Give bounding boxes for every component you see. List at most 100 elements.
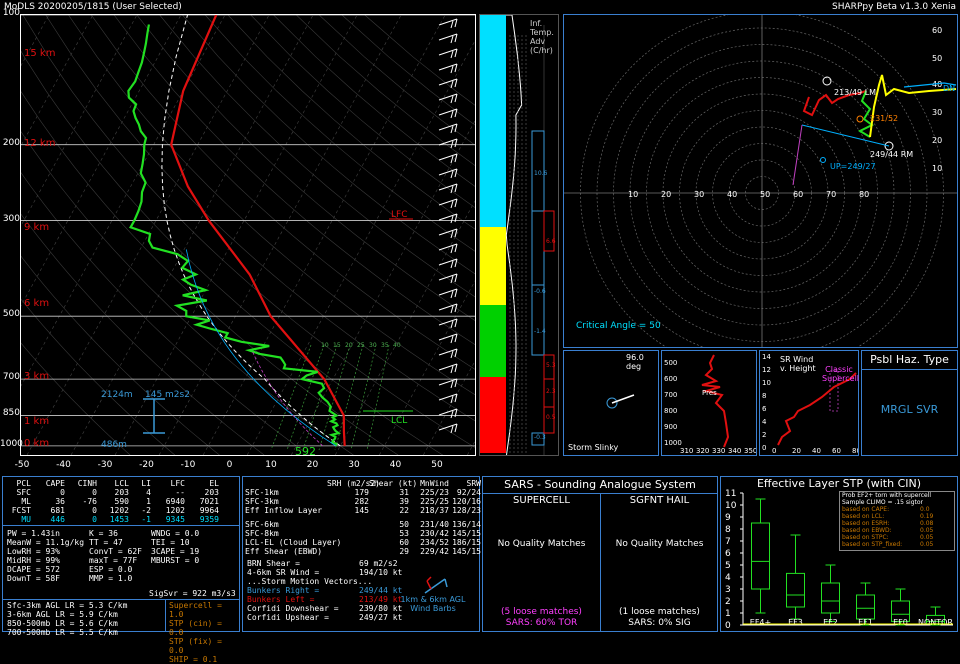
pressure-label: 700 <box>2 372 20 383</box>
dry-adiabat <box>0 272 175 456</box>
isotherm <box>0 14 138 265</box>
kin-label: Corfidi Upshear = <box>247 613 329 622</box>
table-cell: SFC <box>16 488 31 497</box>
sigsvr: SigSvr = 922 m3/s3 <box>149 589 236 598</box>
dry-adiabat <box>0 317 131 456</box>
table-cell: 39 <box>399 497 409 506</box>
table-cell: 4 <box>146 488 151 497</box>
wind-barb-flag <box>454 228 458 238</box>
wind-barb-flag <box>454 183 458 193</box>
table-cell: FCST <box>11 506 31 515</box>
table-cell: 50 <box>399 520 409 529</box>
adv-value-cold: -1.4 <box>534 328 546 335</box>
thermo-row: DCAPE = 572 ESP = 0.0 <box>7 565 231 574</box>
slinky-title: Storm Slinky <box>568 443 619 452</box>
lapse-rate-row: Sfc-3km AGL LR = 5.3 C/km <box>7 601 128 610</box>
thermo-value <box>151 574 231 583</box>
srh-line <box>792 124 803 186</box>
wind-barb-flag <box>450 365 454 374</box>
wind-barb-flag <box>450 260 454 269</box>
stp-y-tick: 5 <box>725 561 731 571</box>
height-label: 15 km <box>24 48 56 59</box>
srw-y-label: 10 <box>762 379 771 387</box>
table-cell: LI <box>141 479 151 488</box>
isotherm <box>158 14 402 456</box>
theta-y-label: 600 <box>664 375 677 383</box>
legend-label: based on EBWD: <box>842 527 892 534</box>
table-cell: CINH <box>77 479 97 488</box>
adv-title: Inf. Temp. Adv (C/hr) <box>530 19 554 55</box>
stp-y-tick: 6 <box>725 549 731 559</box>
lapse-rates: Sfc-3km AGL LR = 5.3 C/km 3-6km AGL LR = … <box>7 601 127 637</box>
hazard-value: MRGL SVR <box>880 403 939 416</box>
thermo-value: MBURST = 0 <box>151 556 200 565</box>
wind-barb-flag <box>450 20 454 29</box>
table-cell: 1453 <box>109 515 129 524</box>
legend-value: 0.19 <box>920 513 934 520</box>
hodo-x-label: 50 <box>760 190 770 199</box>
kinematic-extra-row: Corfidi Upshear = 249/27 kt <box>247 613 409 622</box>
hodo-y-label: 10 <box>932 164 942 173</box>
thermo-value: TEI = 10 <box>151 538 190 547</box>
table-cell: 145/15 <box>452 529 481 538</box>
table-cell: 22 <box>399 506 409 515</box>
srw-title: SR Wind v. Height <box>780 355 816 373</box>
theta-label: Pres <box>702 389 717 397</box>
lapse-rate-row: 850-500mb LR = 5.6 C/km <box>7 619 118 628</box>
header-title: MoDLS 20200205/1815 (User Selected) <box>4 2 182 12</box>
wind-barb-flag <box>454 288 458 298</box>
lm-label: 213/49 LM <box>834 88 876 97</box>
wind-speed-line <box>270 344 312 451</box>
wind-barb-flag <box>450 380 454 389</box>
wind-barb-flag <box>450 305 454 314</box>
wind-barb-flag <box>450 155 454 164</box>
theta-y-label: 1000 <box>664 439 682 447</box>
thermo-value: PW = 1.43in <box>7 529 60 538</box>
table-cell: 590 <box>114 497 129 506</box>
stp-y-tick: 7 <box>725 537 731 547</box>
kin-value: 249/44 kt <box>359 586 403 595</box>
wind-barb-flag <box>454 198 458 208</box>
legend-value: 0.05 <box>920 527 934 534</box>
stp-legend-row: based on CAPE: 0.0 <box>840 506 954 513</box>
table-cell: 31 <box>399 488 409 497</box>
temp-axis-label: 0 <box>226 460 233 470</box>
height-label: 1 km <box>24 416 50 427</box>
composite-row: STP (cin) = 0.0 <box>169 619 222 637</box>
stp-legend-row: based on ESRH: 0.08 <box>840 520 954 527</box>
adv-cold-bar <box>531 210 545 286</box>
table-cell: 1202 <box>165 506 185 515</box>
table-cell: 0 <box>92 488 97 497</box>
wind-barb <box>438 138 458 146</box>
temp-axis-label: -40 <box>56 460 71 470</box>
kinematic-extra: BRN Shear = 69 m2/s2 4-6km SR Wind = 194/10… <box>247 559 409 622</box>
sars-supercell-result: No Quality Matches <box>497 539 586 549</box>
wind-barb-flag <box>450 350 454 359</box>
thermo-panel: PCL CAPE CINH LCL LI LFC EL SFC 0 0 203 4 -- 203 ML 36-… <box>2 476 240 664</box>
storm-slinky-panel: 96.0 deg Storm Slinky <box>563 350 659 456</box>
sars-hail-loose: (1 loose matches) <box>619 607 700 617</box>
pressure-label: 200 <box>2 137 20 148</box>
wind-speed-line <box>350 344 377 451</box>
stp-y-tick: 10 <box>725 501 737 511</box>
kinematic-extra-row: Corfidi Downshear = 239/80 kt <box>247 604 409 613</box>
table-cell: 145 <box>354 506 369 515</box>
height-label: 12 km <box>24 138 56 149</box>
legend-value: 0.0 <box>920 506 930 513</box>
sr-wind-profile <box>777 372 857 446</box>
table-cell: 0 <box>60 488 65 497</box>
sars-supercell-loose: (5 loose matches) <box>501 607 582 617</box>
temp-advection-panel: 10.6 -0.6 -1.4 -0.3 6.6 5.3 2.3 0.5 Inf. Temp. … <box>479 14 559 456</box>
wind-barb-flag <box>450 215 454 224</box>
table-cell: Eff Inflow Layer <box>245 506 323 515</box>
temp-axis-label: 50 <box>431 460 443 470</box>
height-label: 3 km <box>24 371 50 382</box>
theta-x-label: 350 <box>744 447 756 455</box>
wind-barb <box>438 273 458 281</box>
thermo-value: MMP = 1.0 <box>89 574 133 583</box>
wind-barb-flag <box>450 245 454 254</box>
table-cell: MnWind <box>420 479 449 488</box>
table-cell: 225/25 <box>420 497 449 506</box>
stp-legend-row: based on STP_fixed: 0.05 <box>840 541 954 548</box>
slinky-deg: 96.0 deg <box>626 353 644 371</box>
